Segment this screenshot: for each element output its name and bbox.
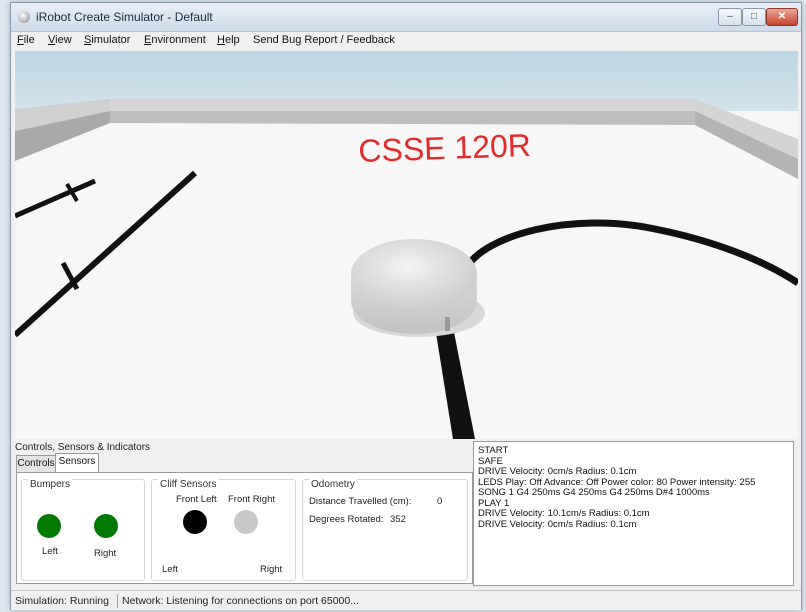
cliff-sensors-title: Cliff Sensors (158, 479, 219, 490)
log-line: DRIVE Velocity: 10.1cm/s Radius: 0.1cm (478, 508, 650, 519)
bumpers-title: Bumpers (28, 479, 73, 490)
cliff-front-left-label: Front Left (176, 494, 217, 505)
window-title: iRobot Create Simulator - Default (36, 10, 213, 24)
controls-panel-title: Controls, Sensors & Indicators (15, 442, 151, 453)
degrees-value: 352 (390, 514, 406, 525)
bumpers-group: Bumpers Left Right (21, 479, 145, 581)
log-line: START (478, 445, 509, 456)
cliff-front-left-indicator (183, 510, 207, 534)
odometry-group: Odometry Distance Travelled (cm): 0 Degr… (302, 479, 468, 581)
log-line: SONG 1 G4 250ms G4 250ms G4 250ms D#4 10… (478, 487, 710, 498)
bumper-left-label: Left (42, 546, 58, 557)
menu-file-accel: F (17, 34, 24, 46)
bumper-right-indicator (94, 514, 118, 538)
menu-simulator[interactable]: Simulator (84, 34, 130, 46)
menu-bar: File View Simulator Environment Help Sen… (11, 32, 801, 50)
close-button[interactable]: ✕ (766, 8, 798, 26)
cliff-left-label: Left (162, 564, 178, 575)
back-wall-face (110, 111, 695, 125)
cliff-front-right-indicator (234, 510, 258, 534)
menu-environment[interactable]: Environment (144, 34, 206, 46)
simulation-viewport[interactable]: CSSE 120R (15, 51, 798, 439)
scene-3d: CSSE 120R (15, 51, 798, 439)
log-line: DRIVE Velocity: 0cm/s Radius: 0.1cm (478, 466, 637, 477)
bumper-right-label: Right (94, 548, 117, 559)
cliff-sensors-group: Cliff Sensors Front Left Front Right Lef… (151, 479, 296, 581)
menu-file-label: ile (23, 34, 35, 46)
tab-sensors[interactable]: Sensors (55, 453, 99, 472)
menu-help-accel: H (217, 34, 225, 46)
degrees-label: Degrees Rotated: (309, 514, 384, 525)
app-window: iRobot Create Simulator - Default – □ ✕ … (10, 2, 802, 610)
tab-controls[interactable]: Controls (16, 455, 56, 472)
maximize-button[interactable]: □ (742, 8, 766, 26)
robot-bumper-mark (445, 317, 450, 331)
distance-value: 0 (437, 496, 443, 507)
log-line: DRIVE Velocity: 0cm/s Radius: 0.1cm (478, 518, 637, 530)
menu-simulator-label: imulator (91, 34, 131, 46)
sensors-tab-page: Bumpers Left Right Cliff Sensors Front L… (16, 472, 473, 584)
distance-label: Distance Travelled (cm): (309, 496, 412, 507)
minimize-button[interactable]: – (718, 8, 742, 26)
robot-top (351, 239, 477, 309)
simulation-status: Simulation: Running (15, 595, 109, 607)
menu-environment-label: nvironment (151, 34, 206, 46)
menu-send-bug-report[interactable]: Send Bug Report / Feedback (253, 34, 395, 46)
odometry-title: Odometry (309, 479, 357, 490)
app-icon (18, 11, 30, 23)
menu-view[interactable]: View (48, 34, 72, 46)
menu-view-label: iew (55, 34, 72, 46)
cliff-front-right-label: Front Right (228, 494, 275, 505)
floor-text: CSSE 120R (358, 127, 532, 169)
status-bar: Simulation: Running Network: Listening f… (11, 590, 801, 610)
command-log[interactable]: START SAFE DRIVE Velocity: 0cm/s Radius:… (473, 441, 794, 586)
network-status: Network: Listening for connections on po… (122, 595, 359, 607)
cliff-right-label: Right (260, 564, 283, 575)
menu-file[interactable]: File (17, 34, 35, 46)
menu-help-label: elp (224, 34, 240, 46)
menu-help[interactable]: Help (217, 34, 240, 46)
back-wall-top (110, 99, 695, 111)
status-separator (117, 594, 118, 608)
title-bar[interactable]: iRobot Create Simulator - Default – □ ✕ (11, 3, 801, 32)
bumper-left-indicator (37, 514, 61, 538)
